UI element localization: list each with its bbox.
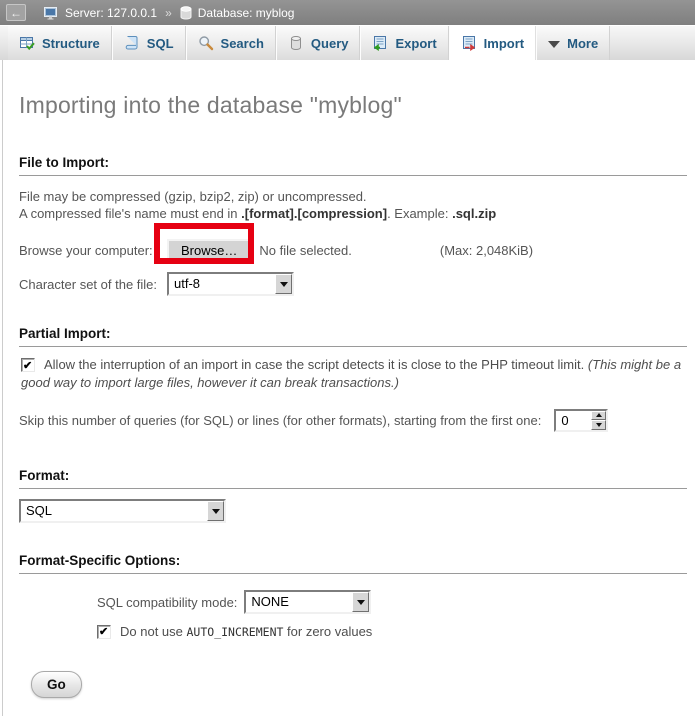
autoinc-text-suffix: for zero values [283, 624, 372, 639]
file-upload-row: Browse your computer: Browse… No file se… [19, 238, 695, 262]
tab-label: Import [484, 36, 524, 51]
database-icon [180, 6, 192, 20]
breadcrumb-database-link[interactable]: Database: myblog [198, 6, 295, 20]
tab-bar: Structure SQL Search Query [0, 25, 695, 60]
tab-export[interactable]: Export [360, 26, 448, 60]
dropdown-arrow-icon [357, 600, 365, 605]
section-format: Format: [19, 468, 687, 489]
format-row: SQL [19, 499, 695, 523]
section-file-to-import: File to Import: [19, 155, 687, 176]
phpmyadmin-import-page: ← Server: 127.0.0.1 » Database: myblog [0, 0, 695, 716]
tab-query[interactable]: Query [276, 26, 361, 60]
query-icon [288, 35, 304, 51]
skip-label: Skip this number of queries (for SQL) or… [19, 413, 541, 428]
breadcrumb-separator: » [163, 6, 174, 20]
note-format-pattern: .[format].[compression] [241, 206, 387, 221]
tab-sql[interactable]: SQL [112, 26, 186, 60]
skip-number-input[interactable]: 0 [554, 409, 608, 432]
tab-label: Search [221, 36, 264, 51]
auto-increment-row: Do not use AUTO_INCREMENT for zero value… [19, 624, 695, 639]
tab-label: Structure [42, 36, 100, 51]
dropdown-arrow-icon [212, 509, 220, 514]
server-icon [44, 6, 59, 20]
import-form: Importing into the database "myblog" Fil… [2, 60, 695, 716]
go-button[interactable]: Go [31, 671, 82, 698]
breadcrumb: ← Server: 127.0.0.1 » Database: myblog [0, 0, 695, 25]
structure-icon [19, 35, 35, 51]
autoinc-text-prefix: Do not use [120, 624, 187, 639]
note-line2-prefix: A compressed file's name must end in [19, 206, 241, 221]
export-icon [372, 35, 388, 51]
spinner-down-icon [596, 423, 602, 427]
skip-value: 0 [556, 411, 591, 430]
tab-more[interactable]: More [536, 26, 610, 60]
search-icon [198, 35, 214, 51]
section-partial-import: Partial Import: [19, 326, 687, 347]
back-arrow-icon: ← [10, 7, 22, 19]
page-title: Importing into the database "myblog" [19, 60, 695, 119]
browse-button[interactable]: Browse… [167, 239, 251, 262]
charset-select[interactable]: utf-8 [167, 272, 294, 296]
skip-queries-row: Skip this number of queries (for SQL) or… [19, 408, 695, 432]
no-file-selected-text: No file selected. [259, 243, 352, 258]
compression-note: File may be compressed (gzip, bzip2, zip… [19, 188, 687, 222]
tab-import[interactable]: Import [449, 26, 536, 60]
compat-select[interactable]: NONE [244, 590, 371, 614]
auto-increment-checkbox[interactable] [97, 625, 111, 639]
spinner-down-button[interactable] [591, 420, 606, 430]
submit-row: Go [19, 671, 695, 698]
back-button[interactable]: ← [6, 4, 26, 21]
interrupt-checkbox[interactable] [21, 358, 35, 372]
tab-structure[interactable]: Structure [8, 26, 112, 60]
dropdown-arrow-icon [280, 282, 288, 287]
sql-compatibility-row: SQL compatibility mode: NONE [19, 590, 695, 614]
import-icon [461, 35, 477, 51]
tab-label: More [567, 36, 598, 51]
max-size-text: (Max: 2,048KiB) [440, 243, 533, 258]
spinner-up-icon [596, 413, 602, 417]
interrupt-option-row: Allow the interruption of an import in c… [21, 356, 685, 391]
section-format-specific-options: Format-Specific Options: [19, 553, 687, 574]
spinner-up-button[interactable] [591, 411, 606, 421]
charset-row: Character set of the file: utf-8 [19, 272, 695, 296]
tab-label: Query [311, 36, 349, 51]
charset-selected-value: utf-8 [169, 274, 275, 294]
tab-search[interactable]: Search [186, 26, 276, 60]
format-select[interactable]: SQL [19, 499, 226, 523]
dropdown-arrow-button[interactable] [275, 274, 292, 294]
format-selected-value: SQL [21, 501, 207, 521]
spinner-buttons [591, 411, 606, 430]
charset-label: Character set of the file: [19, 277, 167, 292]
chevron-down-icon [548, 41, 560, 48]
dropdown-arrow-button[interactable] [352, 592, 369, 612]
browse-label: Browse your computer: [19, 243, 167, 258]
interrupt-text: Allow the interruption of an import in c… [44, 357, 588, 372]
compat-selected-value: NONE [246, 592, 352, 612]
note-line2-mid: . Example: [387, 206, 452, 221]
sql-icon [124, 35, 140, 51]
breadcrumb-server-link[interactable]: Server: 127.0.0.1 [65, 6, 157, 20]
note-example: .sql.zip [452, 206, 496, 221]
note-line1: File may be compressed (gzip, bzip2, zip… [19, 189, 367, 204]
tab-label: Export [395, 36, 436, 51]
compat-label: SQL compatibility mode: [97, 595, 237, 610]
tab-label: SQL [147, 36, 174, 51]
autoinc-code: AUTO_INCREMENT [187, 625, 284, 639]
dropdown-arrow-button[interactable] [207, 501, 224, 521]
